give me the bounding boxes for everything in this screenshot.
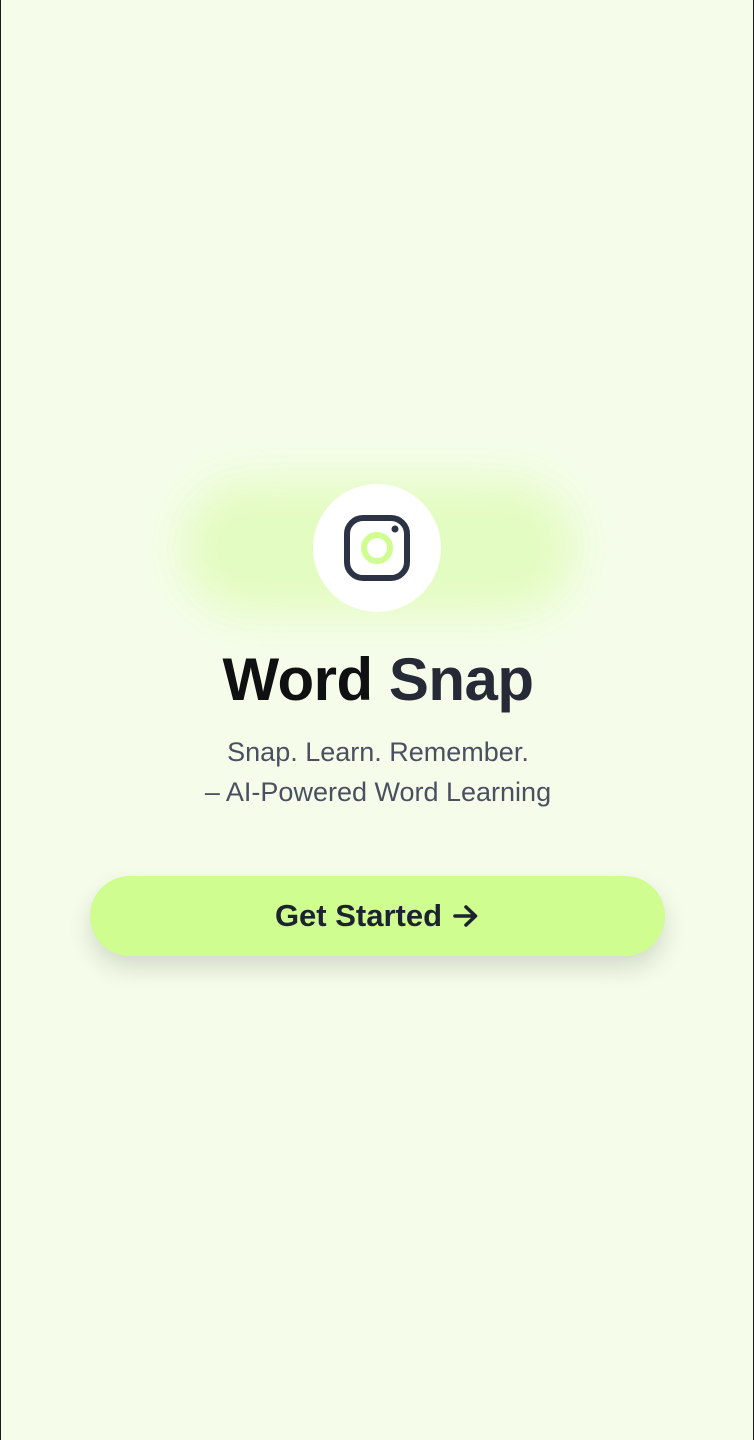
- tagline-line-2: – AI-Powered Word Learning: [204, 777, 552, 807]
- get-started-button[interactable]: Get Started: [90, 876, 665, 956]
- app-tagline: Snap. Learn. Remember. – AI-Powered Word…: [1, 732, 753, 812]
- welcome-screen: Word Snap Snap. Learn. Remember. – AI-Po…: [0, 0, 754, 1440]
- app-title-word-1: Word: [222, 646, 373, 713]
- tagline-line-1: Snap. Learn. Remember.: [227, 737, 529, 767]
- camera-icon: [344, 515, 410, 581]
- arrow-right-icon: [452, 903, 480, 929]
- app-logo: [313, 484, 441, 612]
- app-title: Word Snap: [1, 640, 753, 720]
- get-started-label: Get Started: [274, 898, 443, 933]
- app-title-word-2: Snap: [388, 646, 534, 713]
